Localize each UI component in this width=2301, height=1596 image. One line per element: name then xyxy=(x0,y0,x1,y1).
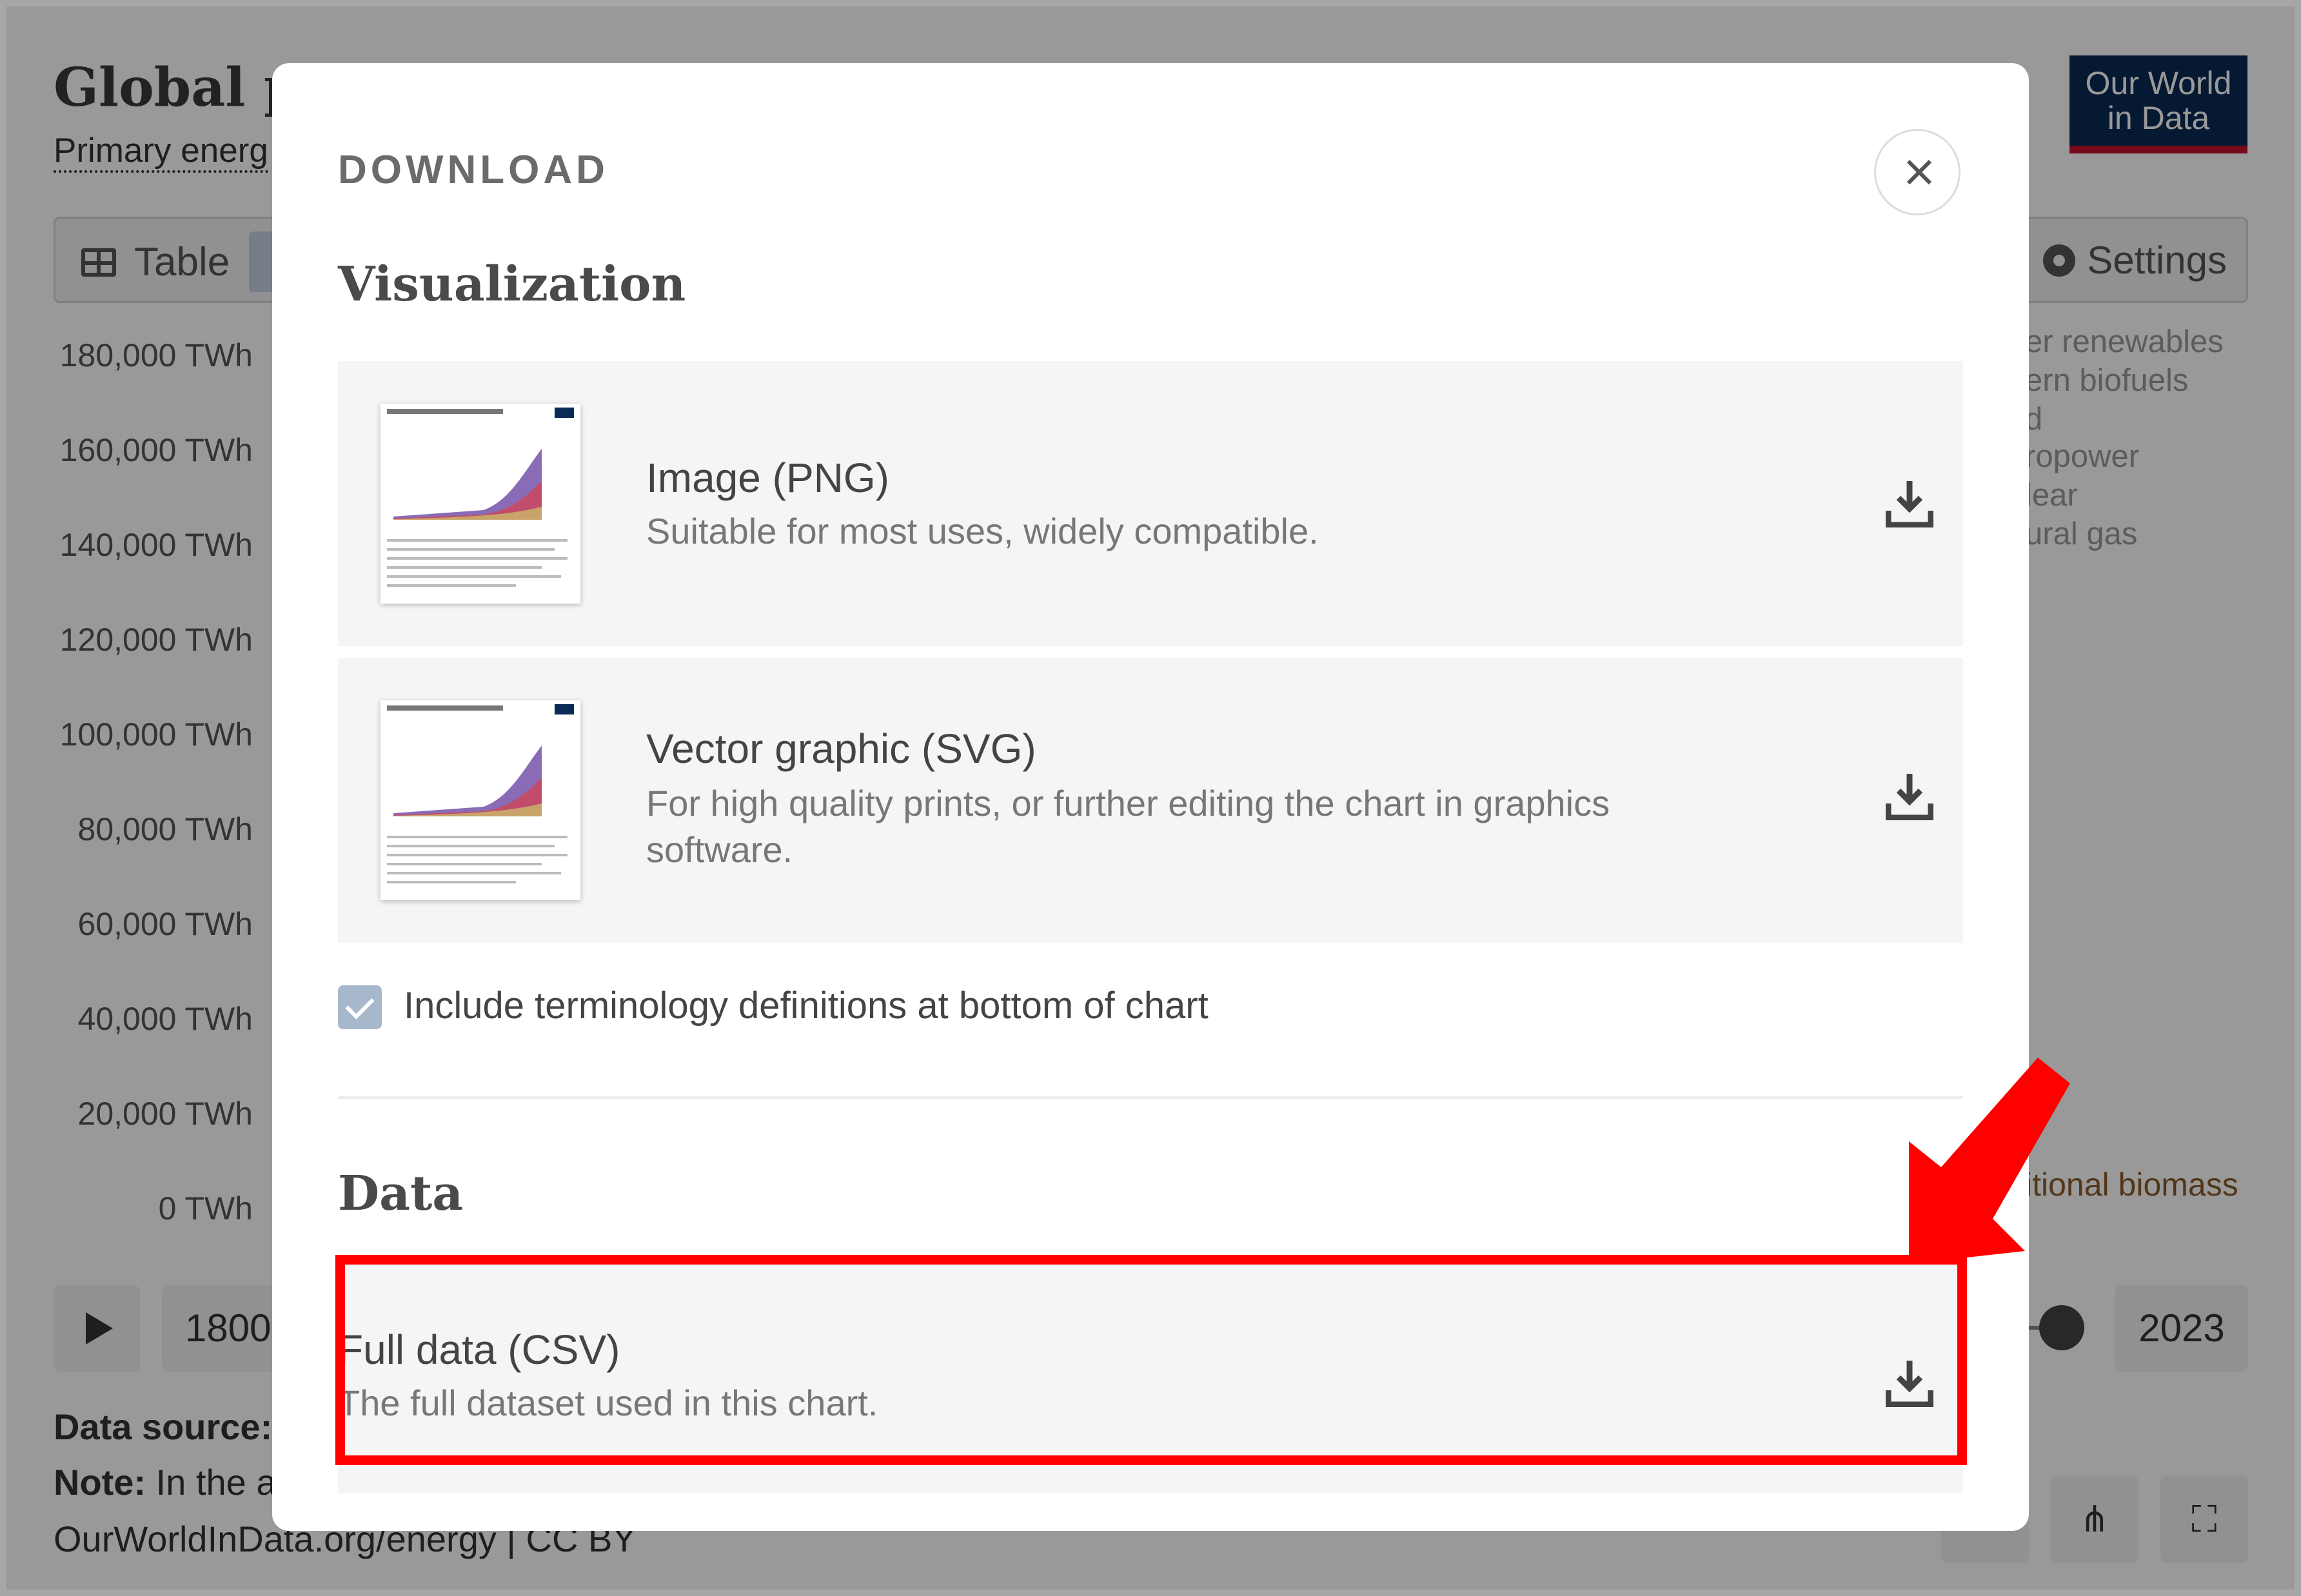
download-icon xyxy=(1886,481,1933,527)
annotation-arrow xyxy=(1909,1058,2070,1264)
csv-highlight-box xyxy=(335,1255,1967,1465)
svg-title: Vector graphic (SVG) xyxy=(646,725,1036,772)
section-divider xyxy=(338,1096,1963,1099)
svg-description: For high quality prints, or further edit… xyxy=(646,783,1610,870)
terminology-checkbox[interactable] xyxy=(338,985,382,1029)
svg-thumbnail xyxy=(380,700,580,900)
close-button[interactable] xyxy=(1874,129,1960,215)
download-png-row[interactable]: Image (PNG) Suitable for most uses, wide… xyxy=(338,361,1963,646)
visualization-heading: Visualization xyxy=(338,257,686,312)
terminology-checkbox-label[interactable]: Include terminology definitions at botto… xyxy=(404,984,1209,1027)
png-thumbnail xyxy=(380,404,580,604)
data-heading: Data xyxy=(338,1166,464,1221)
png-description: Suitable for most uses, widely compatibl… xyxy=(646,511,1319,551)
png-title: Image (PNG) xyxy=(646,455,889,501)
download-icon xyxy=(1886,774,1933,820)
download-svg-row[interactable]: Vector graphic (SVG) For high quality pr… xyxy=(338,658,1963,943)
modal-title: DOWNLOAD xyxy=(338,148,609,192)
